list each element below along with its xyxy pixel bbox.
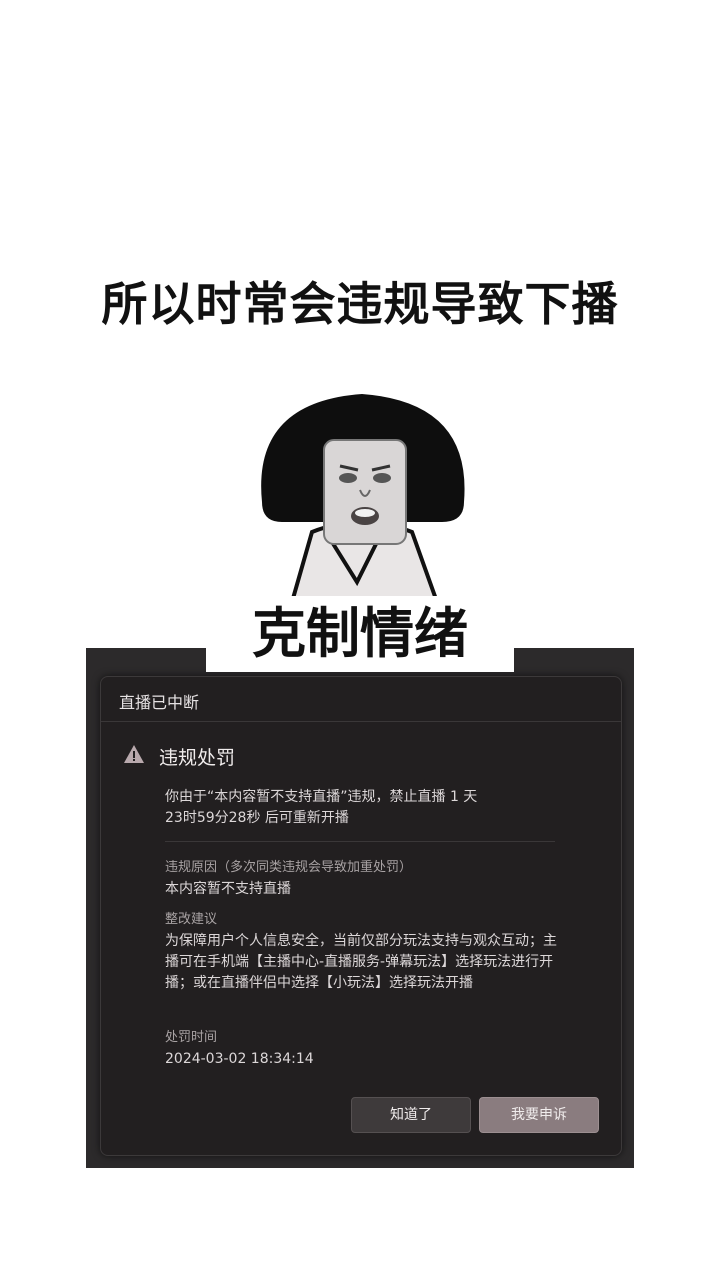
violation-message-line2: 23时59分28秒 后可重新开播 xyxy=(165,810,349,826)
appeal-button[interactable]: 我要申诉 xyxy=(479,1097,599,1133)
meme-caption: 克制情绪 xyxy=(206,596,514,672)
divider xyxy=(101,721,621,722)
reason-label: 违规原因（多次同类违规会导致加重处罚） xyxy=(165,860,413,875)
live-interrupted-dialog: 直播已中断 违规处罚 你由于“本内容暂不支持直播”违规，禁止直播 1 天 23时… xyxy=(100,676,622,1156)
cartoon-face-meme xyxy=(261,394,465,602)
advice-text: 为保障用户个人信息安全，当前仅部分玩法支持与观众互动；主播可在手机端【主播中心-… xyxy=(165,933,557,991)
advice-label: 整改建议 xyxy=(165,912,218,927)
penalty-time-value: 2024-03-02 18:34:14 xyxy=(165,1051,314,1067)
page-heading: 所以时常会违规导致下播 xyxy=(101,277,619,331)
violation-message-line1: 你由于“本内容暂不支持直播”违规，禁止直播 1 天 xyxy=(165,789,478,805)
divider xyxy=(165,841,555,842)
warning-triangle-icon xyxy=(124,745,144,763)
dialog-title: 直播已中断 xyxy=(119,693,200,712)
penalty-time-label: 处罚时间 xyxy=(165,1030,218,1045)
acknowledge-button[interactable]: 知道了 xyxy=(351,1097,471,1133)
reason-value: 本内容暂不支持直播 xyxy=(165,881,291,897)
violation-section-title: 违规处罚 xyxy=(159,747,236,769)
